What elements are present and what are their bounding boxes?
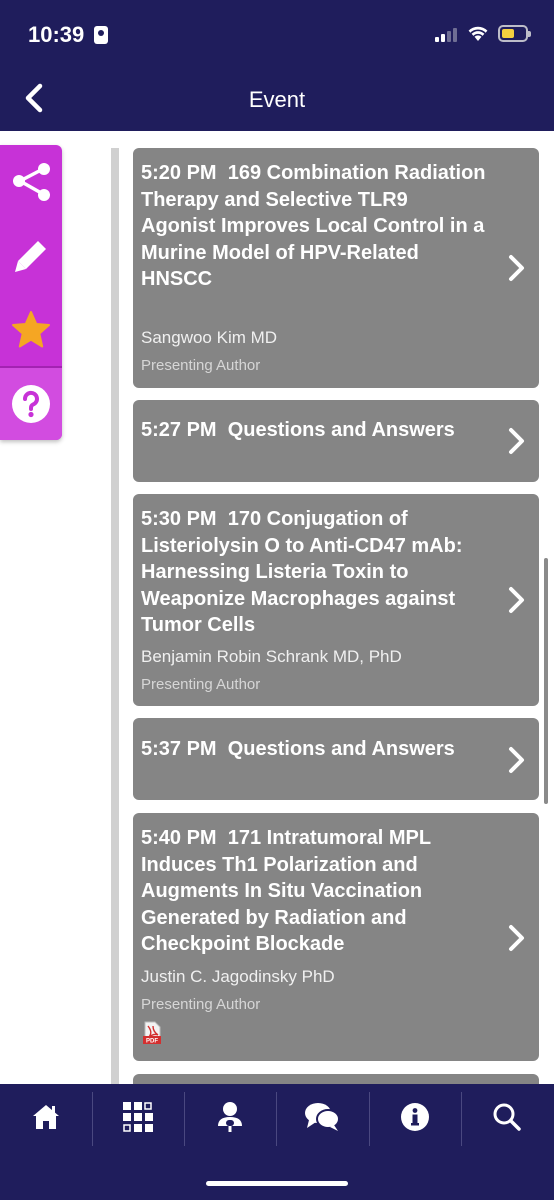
chevron-right-icon <box>509 428 524 454</box>
nav-messages[interactable] <box>276 1084 368 1150</box>
pencil-icon <box>15 241 46 272</box>
chevron-right-icon <box>509 587 524 613</box>
session-card-qa-2[interactable]: 5:37 PM Questions and Answers <box>133 718 539 800</box>
star-icon <box>12 311 50 348</box>
favorite-button[interactable] <box>0 293 62 367</box>
nav-home[interactable] <box>0 1084 92 1150</box>
home-indicator[interactable] <box>206 1181 348 1186</box>
session-role: Presenting Author <box>141 357 261 374</box>
nav-speakers[interactable] <box>184 1084 276 1150</box>
home-icon <box>33 1105 59 1129</box>
share-icon <box>13 163 50 201</box>
notes-button[interactable] <box>0 219 62 293</box>
session-title: 5:20 PM 169 Combination Radiation Therap… <box>141 162 486 290</box>
search-icon <box>493 1103 521 1131</box>
wifi-icon <box>468 26 488 41</box>
grid-icon <box>123 1102 153 1132</box>
session-card-169[interactable]: 5:20 PM 169 Combination Radiation Therap… <box>133 148 539 388</box>
session-author: Benjamin Robin Schrank MD, PhD <box>141 647 402 666</box>
speaker-icon <box>218 1102 242 1132</box>
session-role: Presenting Author <box>141 676 261 693</box>
session-card-170[interactable]: 5:30 PM 170 Conjugation of Listeriolysin… <box>133 494 539 706</box>
session-title: 5:30 PM 170 Conjugation of Listeriolysin… <box>141 508 463 636</box>
status-time: 10:39 <box>28 22 85 47</box>
cellular-signal-icon <box>435 26 461 42</box>
help-button[interactable] <box>0 366 62 440</box>
session-title: 5:37 PM Questions and Answers <box>141 738 455 760</box>
chevron-right-icon <box>509 925 524 951</box>
timeline-rail <box>111 148 119 1088</box>
session-title: 5:27 PM Questions and Answers <box>141 419 455 441</box>
id-badge-icon <box>94 26 108 44</box>
session-card-qa-1[interactable]: 5:27 PM Questions and Answers <box>133 400 539 482</box>
chevron-right-icon <box>509 747 524 773</box>
page-title: Event <box>248 87 306 112</box>
session-author: Justin C. Jagodinsky PhD <box>141 967 335 986</box>
nav-info[interactable] <box>369 1084 461 1150</box>
session-author: Sangwoo Kim MD <box>141 328 278 347</box>
session-card-171[interactable]: 5:40 PM 171 Intratumoral MPL Induces Th1… <box>133 813 539 1061</box>
session-title: 5:40 PM 171 Intratumoral MPL Induces Th1… <box>141 827 431 955</box>
nav-search[interactable] <box>461 1084 553 1150</box>
pdf-icon[interactable]: PDF <box>141 1021 163 1045</box>
scrollbar[interactable] <box>544 558 548 804</box>
chat-icon <box>305 1103 340 1131</box>
info-icon <box>401 1103 429 1131</box>
side-tool-panel <box>0 145 62 440</box>
nav-grid[interactable] <box>92 1084 184 1150</box>
share-button[interactable] <box>0 145 62 219</box>
top-bar: 10:39 Event <box>0 0 554 131</box>
battery-icon <box>498 25 531 42</box>
chevron-right-icon <box>509 255 524 281</box>
svg-text:PDF: PDF <box>146 1039 158 1045</box>
session-role: Presenting Author <box>141 996 261 1013</box>
help-icon <box>12 385 50 423</box>
